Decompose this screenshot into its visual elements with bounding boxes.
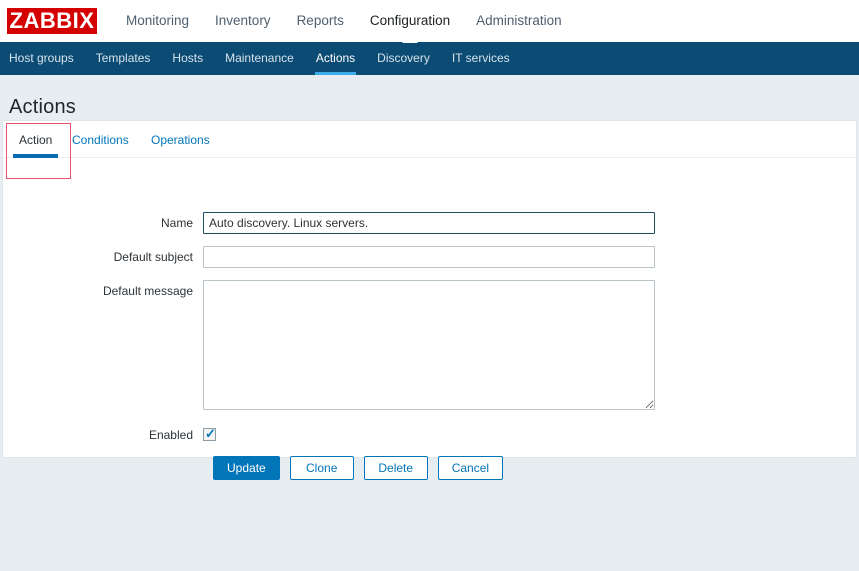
main-nav-label: Reports (296, 13, 344, 28)
default-subject-label: Default subject (113, 250, 193, 264)
sub-nav-item-it-services[interactable]: IT services (441, 42, 521, 75)
main-nav-label: Administration (476, 13, 562, 28)
sub-nav-label: Host groups (9, 51, 74, 65)
tab-label: Conditions (72, 133, 129, 147)
form-tab-bar: Action Conditions Operations (3, 121, 856, 179)
sub-nav-item-host-groups[interactable]: Host groups (0, 42, 85, 75)
form-row-default-message: Default message (3, 280, 655, 410)
cancel-button[interactable]: Cancel (437, 456, 504, 480)
form-row-name: Name (3, 212, 655, 234)
page-title: Actions (9, 96, 76, 119)
main-nav-item-configuration[interactable]: Configuration (357, 0, 463, 43)
main-nav-label: Configuration (369, 13, 451, 28)
main-nav-item-monitoring[interactable]: Monitoring (113, 0, 202, 42)
sub-nav-item-discovery[interactable]: Discovery (366, 42, 441, 75)
form-action-buttons: Update Clone Delete Cancel (3, 456, 504, 480)
sub-nav-item-hosts[interactable]: Hosts (161, 42, 214, 75)
sub-nav-item-maintenance[interactable]: Maintenance (214, 42, 305, 75)
enabled-checkbox[interactable]: ✓ (203, 426, 216, 441)
action-form-panel: Action Conditions Operations Name Defaul… (2, 120, 857, 480)
name-label: Name (160, 216, 193, 230)
tab-conditions[interactable]: Conditions (72, 133, 129, 147)
main-nav-label: Inventory (215, 13, 271, 28)
sub-nav-label: Hosts (172, 51, 204, 65)
sub-nav-label: Templates (95, 51, 151, 65)
sub-nav-label: Discovery (377, 51, 430, 65)
main-nav-label: Monitoring (126, 13, 190, 28)
main-nav-item-reports[interactable]: Reports (284, 0, 357, 42)
enabled-label: Enabled (148, 428, 193, 442)
clone-button[interactable]: Clone (289, 456, 354, 480)
main-navigation: Monitoring Inventory Reports Configurati… (113, 0, 575, 43)
delete-button[interactable]: Delete (363, 456, 428, 480)
tab-operations[interactable]: Operations (151, 133, 210, 147)
tab-label: Action (19, 133, 53, 147)
zabbix-logo[interactable]: ZABBIX (7, 8, 97, 34)
update-button[interactable]: Update (213, 456, 280, 480)
check-icon: ✓ (205, 426, 216, 441)
name-input[interactable] (203, 212, 655, 234)
default-message-label: Default message (102, 284, 193, 298)
caret-up-icon (402, 35, 418, 43)
sub-nav-item-templates[interactable]: Templates (85, 42, 162, 75)
annotation-highlight-box (6, 123, 71, 179)
sub-nav-item-actions[interactable]: Actions (305, 42, 366, 75)
form-row-enabled: Enabled ✓ (3, 424, 216, 446)
main-nav-item-administration[interactable]: Administration (463, 0, 575, 42)
top-header: ZABBIX Monitoring Inventory Reports Conf… (0, 0, 859, 43)
form-row-default-subject: Default subject (3, 246, 655, 268)
main-nav-item-inventory[interactable]: Inventory (202, 0, 284, 42)
default-subject-input[interactable] (203, 246, 655, 268)
sub-nav-label: IT services (451, 51, 510, 65)
tab-action[interactable]: Action (12, 133, 59, 158)
tab-label: Operations (151, 133, 210, 147)
default-message-textarea[interactable] (203, 280, 655, 410)
sub-navigation: Host groups Templates Hosts Maintenance … (0, 42, 859, 75)
sub-nav-label: Maintenance (225, 51, 294, 65)
sub-nav-label: Actions (315, 51, 356, 65)
